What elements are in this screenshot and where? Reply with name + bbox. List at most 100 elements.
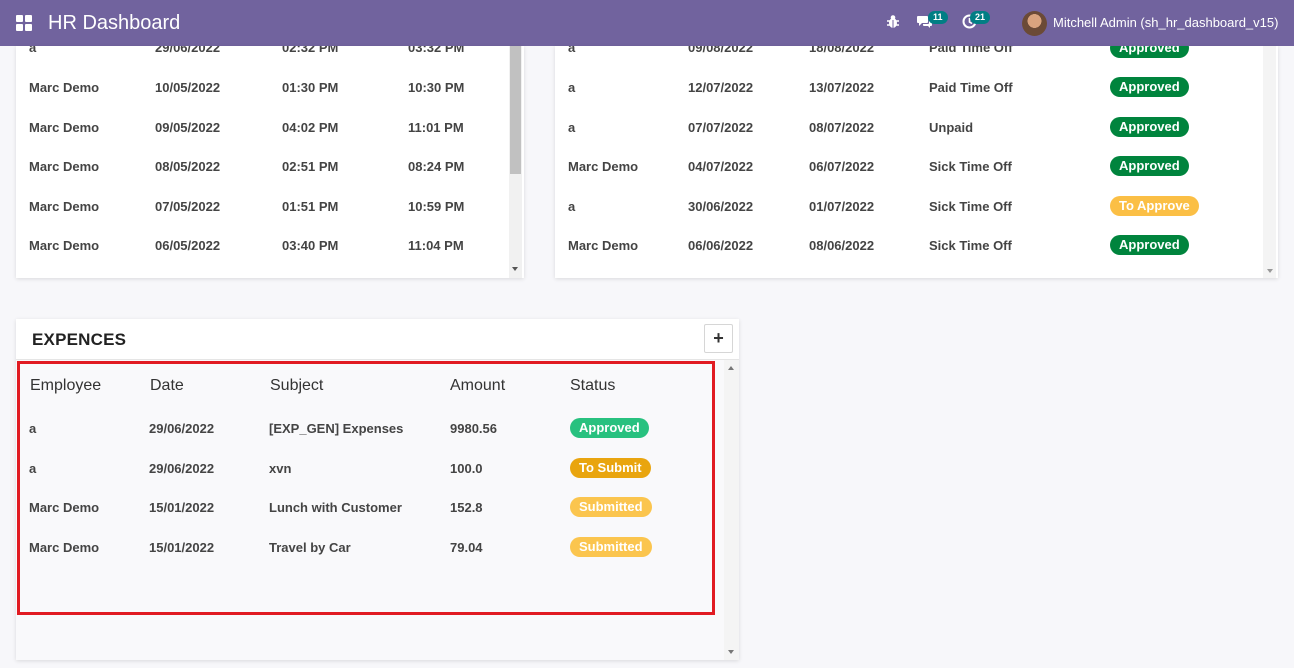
leaves-scrollbar[interactable] <box>1263 46 1276 278</box>
status-badge: Approved <box>1110 235 1189 255</box>
leave-employee: a <box>568 120 576 135</box>
status-badge: Approved <box>1110 156 1189 176</box>
column-header-date[interactable]: Date <box>150 377 184 395</box>
leave-type: Sick Time Off <box>929 199 1012 214</box>
attendance-scrollbar[interactable] <box>509 46 522 278</box>
attendance-check-out: 10:30 PM <box>408 80 465 95</box>
attendance-employee: Marc Demo <box>29 120 100 135</box>
messages-count-badge: 11 <box>928 11 948 24</box>
expense-employee: Marc Demo <box>29 540 100 555</box>
activities-count-badge: 21 <box>970 11 991 24</box>
leave-employee: a <box>568 199 576 214</box>
attendance-date: 08/05/2022 <box>155 159 221 174</box>
status-badge: Approved <box>1110 117 1189 137</box>
expense-subject: [EXP_GEN] Expenses <box>269 421 404 436</box>
leave-from-date: 12/07/2022 <box>688 80 754 95</box>
attendance-check-in: 01:51 PM <box>282 199 339 214</box>
expense-subject: Lunch with Customer <box>269 500 402 515</box>
leave-employee: Marc Demo <box>568 238 639 253</box>
attendance-check-in: 04:02 PM <box>282 120 339 135</box>
leave-from-date: 07/07/2022 <box>688 120 754 135</box>
leaves-card: a 09/08/2022 18/08/2022 Paid Time Off Ap… <box>555 46 1278 278</box>
expense-date: 15/01/2022 <box>149 540 215 555</box>
leave-to-date: 08/07/2022 <box>809 120 875 135</box>
attendance-employee: a <box>29 46 37 55</box>
attendance-check-out: 03:32 PM <box>408 46 465 55</box>
status-badge: Approved <box>570 418 649 438</box>
scroll-down-arrow-icon[interactable] <box>512 267 518 271</box>
column-header-subject[interactable]: Subject <box>270 377 323 395</box>
apps-menu-icon[interactable] <box>16 15 32 31</box>
status-badge: To Approve <box>1110 196 1199 216</box>
leave-employee: a <box>568 46 576 55</box>
attendance-check-out: 08:24 PM <box>408 159 465 174</box>
expenses-scrollbar[interactable] <box>724 360 739 660</box>
leave-employee: Marc Demo <box>568 159 639 174</box>
attendance-check-out: 11:01 PM <box>408 120 464 135</box>
attendance-check-out: 10:59 PM <box>408 199 465 214</box>
leave-to-date: 08/06/2022 <box>809 238 875 253</box>
column-header-employee[interactable]: Employee <box>30 377 101 395</box>
column-header-amount[interactable]: Amount <box>450 377 505 395</box>
status-badge: Submitted <box>570 497 652 517</box>
status-badge: Approved <box>1110 77 1189 97</box>
attendance-employee: Marc Demo <box>29 238 100 253</box>
attendance-check-in: 01:30 PM <box>282 80 339 95</box>
leave-type: Paid Time Off <box>929 46 1013 55</box>
user-avatar[interactable] <box>1022 11 1047 36</box>
attendance-date: 07/05/2022 <box>155 199 221 214</box>
top-navbar: HR Dashboard 11 21 Mitchell Admin (sh_hr… <box>0 0 1294 46</box>
leave-employee: a <box>568 80 576 95</box>
leave-type: Unpaid <box>929 120 974 135</box>
attendance-check-in: 02:32 PM <box>282 46 339 55</box>
debug-bug-icon[interactable] <box>886 14 900 33</box>
attendance-check-in: 03:40 PM <box>282 238 339 253</box>
leave-type: Sick Time Off <box>929 238 1012 253</box>
expense-amount: 79.04 <box>450 540 483 555</box>
leave-to-date: 06/07/2022 <box>809 159 875 174</box>
expense-date: 15/01/2022 <box>149 500 215 515</box>
attendance-employee: Marc Demo <box>29 199 100 214</box>
attendance-employee: Marc Demo <box>29 80 100 95</box>
scroll-down-arrow-icon[interactable] <box>1267 269 1273 273</box>
status-badge: Approved <box>1110 46 1189 58</box>
status-badge: Submitted <box>570 537 652 557</box>
leave-to-date: 01/07/2022 <box>809 199 875 214</box>
expense-date: 29/06/2022 <box>149 461 215 476</box>
attendance-date: 06/05/2022 <box>155 238 221 253</box>
column-header-status[interactable]: Status <box>570 377 615 395</box>
expense-employee: Marc Demo <box>29 500 100 515</box>
add-expense-button[interactable]: + <box>704 324 733 353</box>
expense-employee: a <box>29 461 37 476</box>
scroll-up-arrow-icon[interactable] <box>728 366 734 370</box>
leave-type: Paid Time Off <box>929 80 1013 95</box>
expenses-card: EXPENCES + Employee Date Subject Amount … <box>16 319 739 660</box>
leave-from-date: 04/07/2022 <box>688 159 754 174</box>
expense-subject: Travel by Car <box>269 540 351 555</box>
leave-to-date: 18/08/2022 <box>809 46 875 55</box>
expenses-table: Employee Date Subject Amount Status a 29… <box>16 360 724 660</box>
leave-from-date: 06/06/2022 <box>688 238 754 253</box>
scroll-down-arrow-icon[interactable] <box>728 650 734 654</box>
leave-to-date: 13/07/2022 <box>809 80 875 95</box>
leave-from-date: 09/08/2022 <box>688 46 754 55</box>
expenses-title: EXPENCES <box>32 330 127 349</box>
expense-employee: a <box>29 421 37 436</box>
status-badge: To Submit <box>570 458 651 478</box>
leave-from-date: 30/06/2022 <box>688 199 754 214</box>
attendance-date: 09/05/2022 <box>155 120 221 135</box>
attendance-scrollbar-thumb[interactable] <box>510 46 521 174</box>
expense-amount: 100.0 <box>450 461 483 476</box>
attendance-date: 29/06/2022 <box>155 46 221 55</box>
leave-type: Sick Time Off <box>929 159 1012 174</box>
expense-subject: xvn <box>269 461 292 476</box>
expense-amount: 152.8 <box>450 500 483 515</box>
attendance-employee: Marc Demo <box>29 159 100 174</box>
attendance-card: a 29/06/2022 02:32 PM 03:32 PM Marc Demo… <box>16 46 524 278</box>
user-menu-name[interactable]: Mitchell Admin (sh_hr_dashboard_v15) <box>1053 15 1278 30</box>
expense-amount: 9980.56 <box>450 421 497 436</box>
expense-date: 29/06/2022 <box>149 421 215 436</box>
attendance-check-out: 11:04 PM <box>408 238 464 253</box>
attendance-date: 10/05/2022 <box>155 80 221 95</box>
attendance-check-in: 02:51 PM <box>282 159 339 174</box>
